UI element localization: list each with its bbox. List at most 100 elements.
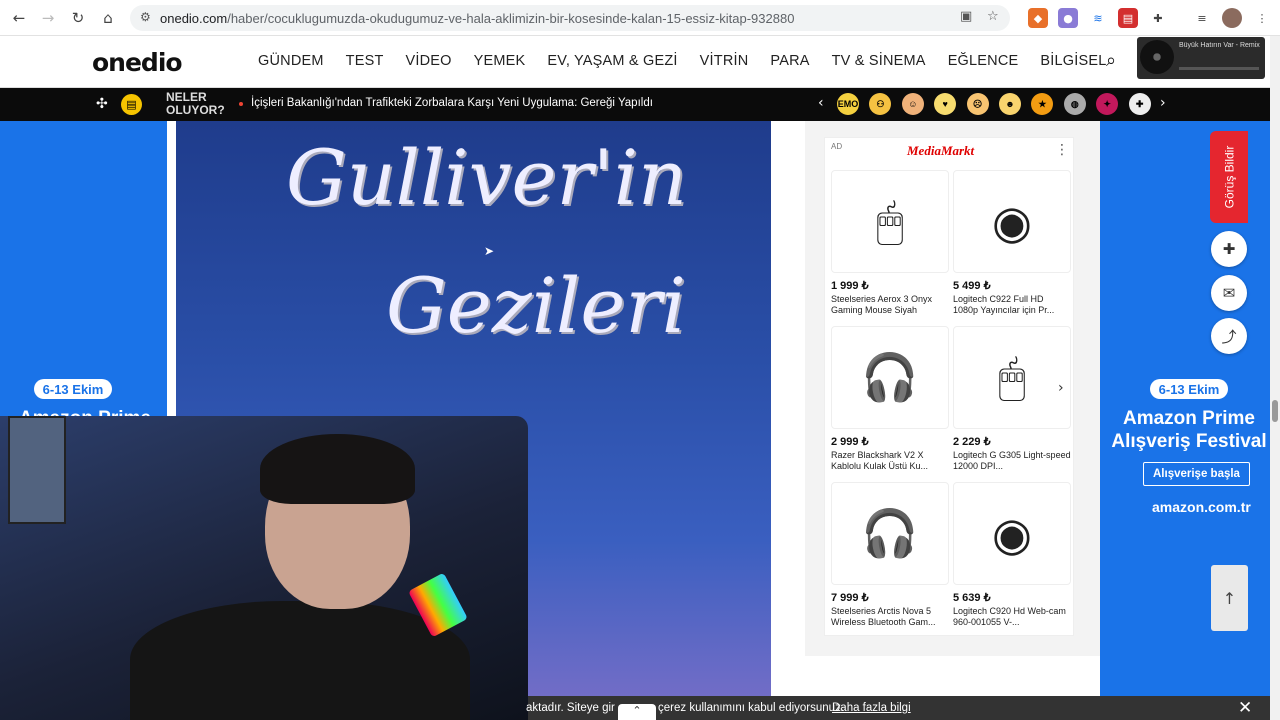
emoji-badge-5[interactable]: ☹ (966, 93, 989, 115)
emoji-badge-2[interactable]: ⚇ (869, 93, 892, 115)
emoji-badge-9[interactable]: ✦ (1096, 93, 1119, 115)
nav-item-yemek[interactable]: YEMEK (474, 53, 526, 69)
scroll-to-top-button[interactable]: ↑ (1211, 565, 1248, 631)
cookie-banner: aktadır. Siteye gir çerez kullanımını ka… (526, 696, 1270, 720)
cookie-text: aktadır. Siteye gir (526, 702, 615, 714)
scrollbar-thumb[interactable] (1272, 400, 1278, 422)
mouse-icon[interactable]: 🖱 (831, 170, 949, 273)
site-info-icon[interactable]: ⚙ (140, 10, 151, 24)
product-name[interactable]: Logitech C920 Hd Web-cam 960-001055 V-..… (953, 606, 1071, 628)
comments-icon[interactable]: ✉ (1211, 275, 1247, 311)
menu-kebab-icon[interactable]: ⋮ (1252, 8, 1272, 28)
emoji-badge-10[interactable]: ✚ (1128, 93, 1151, 115)
webcam-icon[interactable]: ◉ (953, 482, 1071, 585)
product-card[interactable]: 🎧 7 999 ₺ Steelseries Arctis Nova 5 Wirele… (831, 482, 949, 628)
address-bar[interactable]: ⚙ onedio.com/haber/cocuklugumuzda-okudug… (130, 5, 1010, 31)
bookmark-star-icon[interactable]: ☆ (987, 9, 999, 24)
page-scrollbar[interactable] (1270, 36, 1280, 720)
product-card[interactable]: 🎧 2 999 ₺ Razer Blackshark V2 X Kablolu Ku… (831, 326, 949, 472)
album-disc-icon (1140, 40, 1174, 74)
product-price: 2 229 ₺ (953, 436, 991, 448)
home-icon[interactable]: ⌂ (93, 3, 123, 33)
mouse-icon[interactable]: 🖱 (953, 326, 1071, 429)
product-price: 2 999 ₺ (831, 436, 869, 448)
product-price: 5 639 ₺ (953, 592, 991, 604)
install-icon[interactable]: ▣ (960, 9, 972, 24)
right-ad-shop-button[interactable]: Alışverişe başla (1143, 462, 1250, 486)
media-control-icon[interactable]: ≡ (1192, 8, 1212, 28)
extension-wave-icon[interactable]: ≋ (1088, 8, 1108, 28)
forward-icon[interactable]: → (33, 3, 63, 33)
mediamarkt-ad[interactable]: AD MediaMarkt ⋮ 🖱 1 999 ₺ Steelseries Aero… (824, 137, 1074, 636)
nav-item-ev-yasam-gezi[interactable]: EV, YAŞAM & GEZİ (547, 53, 677, 69)
extension-purple-icon[interactable]: ● (1058, 8, 1078, 28)
profile-avatar[interactable] (1222, 8, 1242, 28)
product-price: 1 999 ₺ (831, 280, 869, 292)
feedback-label: Görüş Bildir (1222, 145, 1236, 209)
categories-grid-icon[interactable]: ✣ (96, 96, 108, 112)
product-name[interactable]: Logitech C922 Full HD 1080p Yayıncılar i… (953, 294, 1071, 316)
onedio-logo[interactable]: onedio (92, 48, 183, 77)
nav-item-test[interactable]: TEST (346, 53, 384, 69)
main-nav: GÜNDEM TEST VİDEO YEMEK EV, YAŞAM & GEZİ… (258, 53, 1128, 69)
reload-icon[interactable]: ↻ (63, 3, 93, 33)
nav-item-bilgisel[interactable]: BİLGİSEL (1040, 53, 1106, 69)
share-icon[interactable]: ⤴ (1211, 318, 1247, 354)
headset-icon[interactable]: 🎧 (831, 482, 949, 585)
feedback-button[interactable]: Görüş Bildir (1210, 131, 1248, 223)
player-progress-bar[interactable] (1179, 67, 1259, 70)
pdf-extension-icon[interactable]: ▤ (1118, 8, 1138, 28)
ticker-label: NELER OLUYOR? (166, 91, 225, 117)
ad-next-chevron-icon[interactable]: › (1058, 380, 1076, 400)
product-name[interactable]: Steelseries Aerox 3 Onyx Gaming Mouse Si… (831, 294, 949, 316)
emoji-badge-3[interactable]: ☺ (901, 93, 924, 115)
cover-title-line2: Gezileri (386, 261, 686, 350)
chevron-left-icon[interactable]: ‹ (818, 95, 824, 111)
webcam-overlay (0, 416, 528, 720)
emoji-badge-7[interactable]: ★ (1031, 93, 1054, 115)
ad-options-icon[interactable]: ⋮ (1055, 142, 1069, 158)
webcam-icon[interactable]: ◉ (953, 170, 1071, 273)
back-icon[interactable]: ← (4, 3, 34, 33)
search-icon[interactable]: ⌕ (1106, 50, 1116, 71)
site-header: onedio GÜNDEM TEST VİDEO YEMEK EV, YAŞAM… (0, 36, 1270, 88)
nav-item-tv-sinema[interactable]: TV & SİNEMA (832, 53, 926, 69)
product-card[interactable]: ◉ 5 499 ₺ Logitech C922 Full HD 1080p Yayı… (953, 170, 1071, 316)
news-icon[interactable]: ▤ (121, 94, 142, 115)
ticker-dot (239, 102, 243, 106)
nav-item-vitrin[interactable]: VİTRİN (700, 53, 749, 69)
nav-item-video[interactable]: VİDEO (406, 53, 452, 69)
nav-item-gundem[interactable]: GÜNDEM (258, 53, 324, 69)
product-card[interactable]: ◉ 5 639 ₺ Logitech C920 Hd Web-cam 960-001… (953, 482, 1071, 628)
close-icon[interactable]: ✕ (1238, 698, 1252, 718)
product-card[interactable]: 🖱 2 229 ₺ Logitech G G305 Light-speed 1200… (953, 326, 1071, 472)
nav-item-para[interactable]: PARA (770, 53, 809, 69)
emoji-badge-8[interactable]: ◍ (1063, 93, 1086, 115)
product-name[interactable]: Razer Blackshark V2 X Kablolu Kulak Üstü… (831, 450, 949, 472)
streamer-body (130, 601, 470, 720)
right-ad-date: 6-13 Ekim (1150, 379, 1228, 399)
player-track-title: Büyük Hatırın Var - Remix (1179, 42, 1260, 49)
browser-toolbar: ← → ↻ ⌂ ⚙ onedio.com/haber/cocuklugumuzd… (0, 0, 1280, 36)
cookie-more-link[interactable]: Daha fazla bilgi (832, 702, 911, 714)
bookmark-add-icon[interactable]: ✚ (1211, 231, 1247, 267)
product-name[interactable]: Steelseries Arctis Nova 5 Wireless Bluet… (831, 606, 949, 628)
url-path: /haber/cocuklugumuzda-okudugumuz-ve-hala… (227, 10, 795, 26)
cookie-expand-chevron-icon[interactable]: ⌃ (618, 704, 656, 720)
extensions-puzzle-icon[interactable]: ✚ (1148, 8, 1168, 28)
product-name[interactable]: Logitech G G305 Light-speed 12000 DPI... (953, 450, 1071, 472)
emoji-badge-4[interactable]: ♥ (934, 93, 957, 115)
product-card[interactable]: 🖱 1 999 ₺ Steelseries Aerox 3 Onyx Gaming … (831, 170, 949, 316)
ticker-headline[interactable]: İçişleri Bakanlığı'ndan Trafikteki Zorba… (251, 97, 653, 109)
mouse-cursor-icon: ➤ (484, 244, 495, 258)
emoji-badge-6[interactable]: ☻ (999, 93, 1021, 115)
ad-label: AD (831, 142, 843, 151)
ticker-label-line2: OLUYOR? (166, 103, 225, 117)
nav-item-eglence[interactable]: EĞLENCE (948, 53, 1019, 69)
product-price: 5 499 ₺ (953, 280, 991, 292)
metamask-extension-icon[interactable]: ◆ (1028, 8, 1048, 28)
chevron-right-icon[interactable]: › (1160, 95, 1166, 111)
mini-media-player[interactable]: Büyük Hatırın Var - Remix (1137, 37, 1265, 79)
headset-icon[interactable]: 🎧 (831, 326, 949, 429)
emoji-badge-1[interactable]: EMO (837, 93, 859, 115)
